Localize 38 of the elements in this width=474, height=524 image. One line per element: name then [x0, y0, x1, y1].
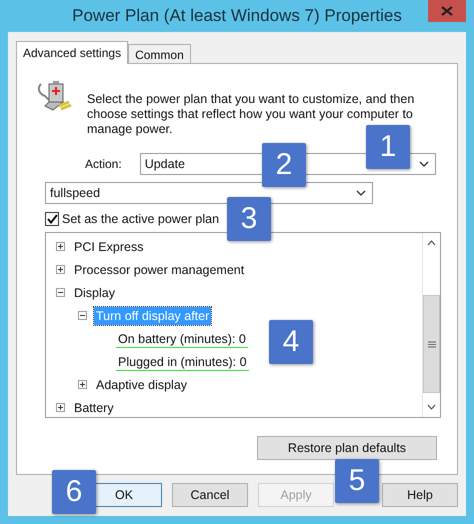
scroll-up-icon[interactable]: [427, 240, 436, 246]
caret-icon: [418, 161, 429, 167]
tree-item[interactable]: Processor power management: [72, 260, 246, 278]
dialog-button[interactable]: Help: [382, 483, 458, 507]
expand-icon[interactable]: [56, 265, 65, 274]
tab[interactable]: Common: [128, 44, 191, 63]
expand-icon[interactable]: [78, 380, 87, 389]
tree-item[interactable]: Battery: [72, 398, 116, 416]
close-button[interactable]: [428, 0, 466, 22]
collapse-icon[interactable]: [56, 288, 65, 297]
step-badge: 1: [366, 125, 410, 169]
step-badge: 3: [227, 197, 271, 241]
plan-dropdown[interactable]: fullspeed: [45, 182, 373, 204]
step-badge: 6: [52, 470, 96, 514]
scroll-down-icon[interactable]: [427, 404, 436, 410]
dialog-button[interactable]: Cancel: [172, 483, 248, 507]
caret-icon: [356, 190, 366, 196]
expand-icon[interactable]: [56, 403, 65, 412]
step-badge: 2: [262, 143, 306, 187]
close-icon: [441, 6, 453, 16]
tree-item[interactable]: Adaptive display: [94, 376, 190, 394]
setting-item[interactable]: Plugged in (minutes): 0: [116, 352, 249, 370]
step-badge: 4: [269, 320, 313, 364]
window-title: Power Plan (At least Windows 7) Properties: [72, 6, 402, 26]
dialog-button: Apply: [258, 483, 334, 507]
checkmark-icon: [46, 214, 58, 224]
grip-icon: [428, 340, 436, 348]
step-badge: 5: [335, 459, 379, 503]
tree-item[interactable]: Display: [72, 284, 117, 302]
expand-icon[interactable]: [56, 242, 65, 251]
tree-item[interactable]: PCI Express: [72, 238, 146, 256]
setting-item[interactable]: On battery (minutes): 0: [116, 330, 248, 348]
restore-defaults-button[interactable]: Restore plan defaults: [257, 436, 437, 460]
tab[interactable]: Advanced settings: [16, 41, 128, 64]
battery-plug-icon: [37, 80, 73, 112]
action-label: Action:: [85, 157, 122, 171]
scrollbar[interactable]: [422, 233, 440, 417]
collapse-icon[interactable]: [78, 311, 87, 320]
